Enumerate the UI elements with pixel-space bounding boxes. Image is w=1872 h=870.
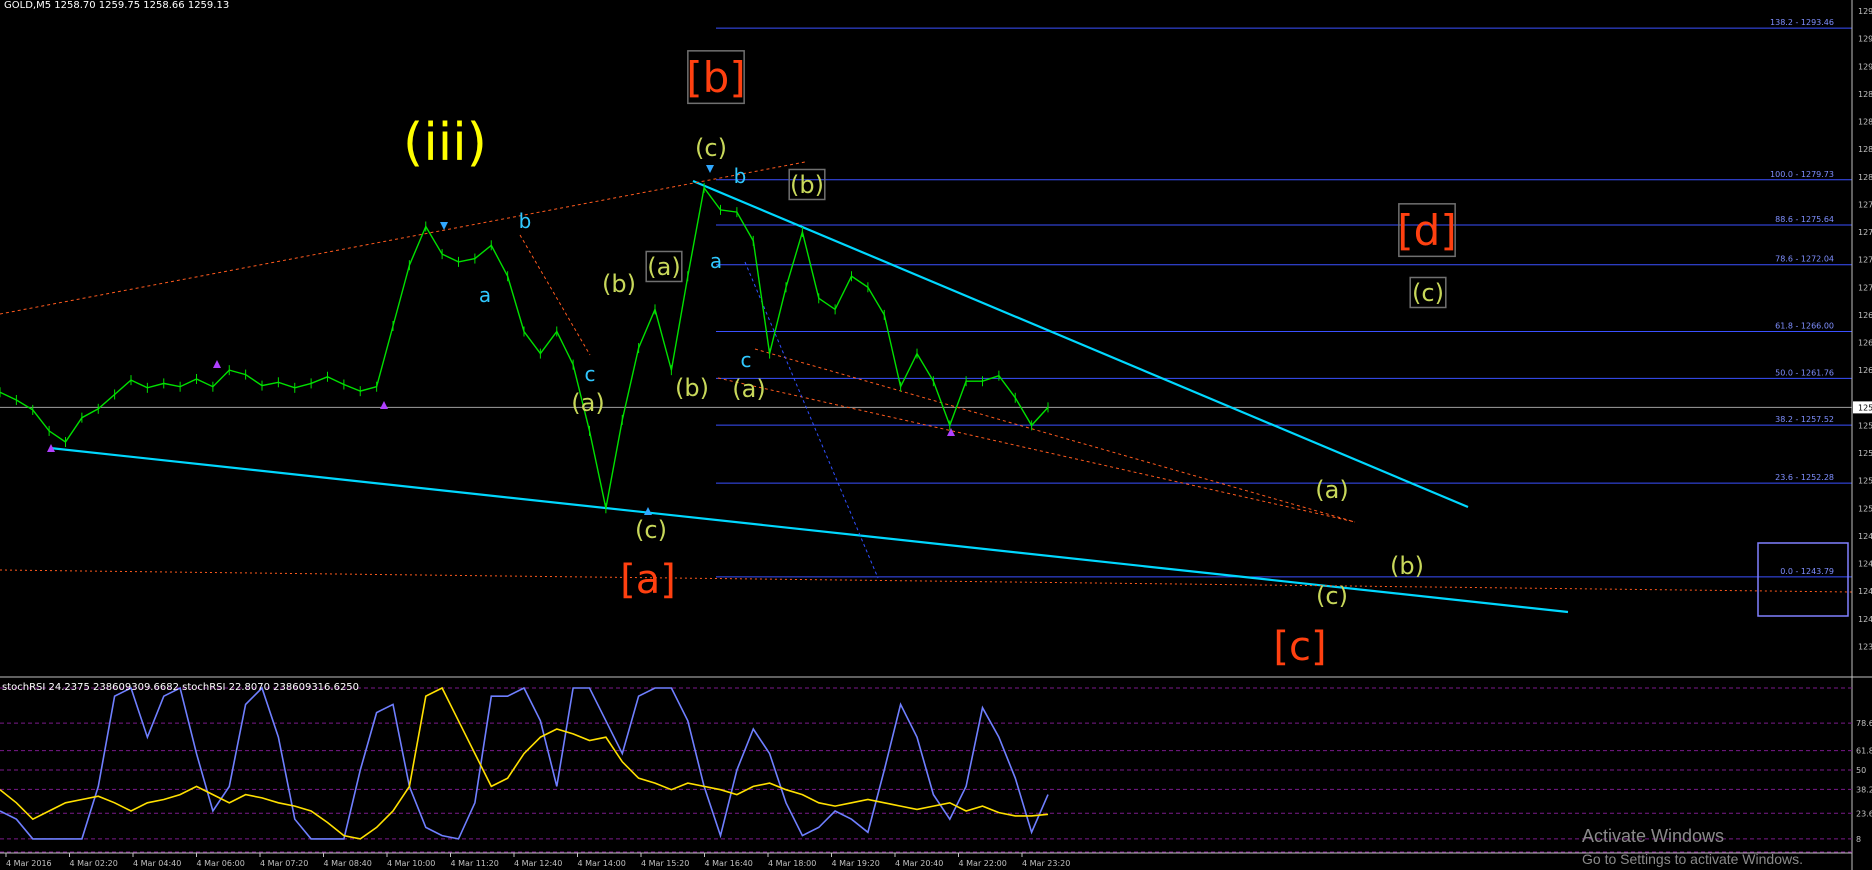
red-projection-line	[519, 234, 591, 356]
price-tick-label: 1272.50	[1858, 256, 1872, 265]
watermark-line-2: Go to Settings to activate Windows.	[1582, 851, 1803, 867]
stoch-level-label: 23.6	[1856, 809, 1872, 818]
price-tick-label: 1242.50	[1858, 587, 1872, 596]
purple-arrow-icon	[213, 360, 221, 368]
fib-level-label: 0.0 - 1243.79	[1780, 567, 1834, 576]
price-tick-label: 1270.00	[1858, 283, 1872, 292]
wave-label: a	[479, 283, 491, 307]
wave-label: (a)	[647, 253, 680, 281]
purple-arrow-icon	[380, 401, 388, 409]
wave-label: (a)	[732, 375, 765, 403]
stoch-fast-line	[0, 686, 1049, 840]
watermark-line-1: Activate Windows	[1582, 826, 1725, 846]
stoch-level-label: 8	[1856, 835, 1861, 844]
price-tick-label: 1275.00	[1858, 228, 1872, 237]
time-tick-label: 4 Mar 18:00	[768, 859, 816, 868]
price-tick-label: 1287.50	[1858, 90, 1872, 99]
fib-level-label: 138.2 - 1293.46	[1770, 18, 1834, 27]
fib-level-label: 38.2 - 1257.52	[1775, 415, 1834, 424]
price-tick-label: 1295.00	[1858, 7, 1872, 16]
blue-arrow-icon	[440, 222, 448, 230]
time-tick-label: 4 Mar 08:40	[324, 859, 372, 868]
wave-label: a	[710, 249, 722, 273]
blue-arrow-icon	[644, 507, 652, 515]
time-tick-label: 4 Mar 19:20	[832, 859, 880, 868]
time-tick-label: 4 Mar 10:00	[387, 859, 435, 868]
activate-windows-watermark: Activate Windows Go to Settings to activ…	[1582, 826, 1803, 867]
time-tick-label: 4 Mar 04:40	[133, 859, 181, 868]
wave-label: (c)	[695, 134, 727, 162]
price-tick-label: 1250.00	[1858, 504, 1872, 513]
time-tick-label: 4 Mar 16:40	[705, 859, 753, 868]
time-tick-label: 4 Mar 22:00	[959, 859, 1007, 868]
wave-label: [a]	[620, 557, 676, 603]
wave-label: [d]	[1397, 206, 1456, 255]
fib-level-label: 61.8 - 1266.00	[1775, 321, 1834, 330]
red-projection-line	[717, 377, 1356, 523]
wave-label: (b)	[1390, 552, 1424, 580]
price-tick-label: 1280.00	[1858, 173, 1872, 182]
wave-label: [b]	[686, 53, 745, 102]
price-tick-label: 1247.50	[1858, 532, 1872, 541]
price-tick-label: 1257.50	[1858, 421, 1872, 430]
time-tick-label: 4 Mar 12:40	[514, 859, 562, 868]
price-tick-label: 1282.50	[1858, 145, 1872, 154]
fib-level-label: 78.6 - 1272.04	[1775, 255, 1834, 264]
wave-label: (a)	[571, 389, 604, 417]
price-tick-label: 1252.50	[1858, 477, 1872, 486]
stoch-level-label: 38.2	[1856, 785, 1872, 794]
price-tick-label: 1240.00	[1858, 615, 1872, 624]
time-tick-label: 4 Mar 02:20	[70, 859, 118, 868]
wave-label: (b)	[790, 171, 824, 199]
wave-label: [c]	[1273, 624, 1326, 670]
wave-label: (b)	[675, 374, 709, 402]
price-tick-label: 1245.00	[1858, 560, 1872, 569]
window-title: GOLD,M5 1258.70 1259.75 1258.66 1259.13	[4, 0, 230, 11]
wave-label: (a)	[1315, 476, 1348, 504]
purple-arrow-icon	[947, 428, 955, 436]
time-tick-label: 4 Mar 06:00	[197, 859, 245, 868]
red-projection-line	[0, 569, 1853, 593]
red-projection-line	[754, 348, 1356, 523]
time-tick-label: 4 Mar 2016	[6, 859, 52, 868]
price-tick-label: 1255.00	[1858, 449, 1872, 458]
fib-level-label: 23.6 - 1252.28	[1775, 473, 1834, 482]
fib-level-label: 88.6 - 1275.64	[1775, 215, 1834, 224]
price-tick-label: 1262.50	[1858, 366, 1872, 375]
wave-label: (b)	[602, 270, 636, 298]
price-tick-label: 1267.50	[1858, 311, 1872, 320]
stoch-level-label: 78.6	[1856, 719, 1872, 728]
stoch-level-label: 50	[1856, 766, 1866, 775]
stoch-indicator-title: stochRSI 24.2375 238609309.6682 stochRSI…	[2, 682, 360, 693]
chart-window[interactable]: 138.2 - 1293.46 100.0 - 1279.73 88.6 - 127…	[0, 0, 1872, 870]
price-tick-label: 1277.50	[1858, 200, 1872, 209]
fib-level-label: 50.0 - 1261.76	[1775, 368, 1834, 377]
time-tick-label: 4 Mar 15:20	[641, 859, 689, 868]
wave-label: (c)	[1316, 582, 1348, 610]
wave-label: c	[741, 348, 752, 372]
fib-level-label: 100.0 - 1279.73	[1770, 170, 1834, 179]
chart-canvas[interactable]: 138.2 - 1293.46 100.0 - 1279.73 88.6 - 127…	[0, 0, 1872, 870]
price-tick-label: 1265.00	[1858, 339, 1872, 348]
wave-label: (c)	[635, 516, 667, 544]
blue-arrow-icon	[706, 165, 714, 173]
time-tick-label: 4 Mar 20:40	[895, 859, 943, 868]
wave-label: (iii)	[403, 113, 487, 173]
wave-label: (c)	[1412, 279, 1444, 307]
time-tick-label: 4 Mar 14:00	[578, 859, 626, 868]
price-tick-label: 1292.50	[1858, 35, 1872, 44]
price-tick-label: 1259.13	[1858, 403, 1872, 412]
upper-trendline	[692, 179, 1469, 509]
wave-label: c	[585, 362, 596, 386]
time-tick-label: 4 Mar 07:20	[260, 859, 308, 868]
price-tick-label: 1285.00	[1858, 118, 1872, 127]
target-box	[1757, 542, 1849, 617]
wave-label: b	[734, 164, 747, 188]
wave-label: b	[519, 209, 532, 233]
price-tick-label: 1237.50	[1858, 642, 1872, 651]
time-tick-label: 4 Mar 23:20	[1022, 859, 1070, 868]
price-tick-label: 1290.00	[1858, 62, 1872, 71]
time-tick-label: 4 Mar 11:20	[451, 859, 499, 868]
stoch-level-label: 61.8	[1856, 747, 1872, 756]
